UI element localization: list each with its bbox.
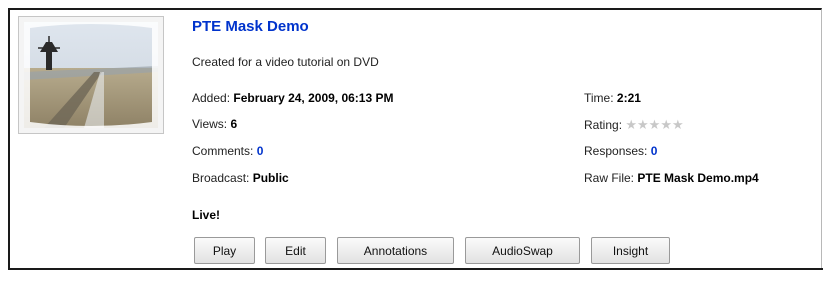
comments-count-link[interactable]: 0	[257, 144, 264, 158]
added-field: Added: February 24, 2009, 06:13 PM	[192, 91, 393, 105]
rating-label: Rating:	[584, 118, 623, 132]
video-description: Created for a video tutorial on DVD	[192, 55, 379, 69]
views-label: Views:	[192, 117, 228, 131]
responses-field: Responses: 0	[584, 144, 657, 158]
time-field: Time: 2:21	[584, 91, 641, 105]
responses-label: Responses:	[584, 144, 648, 158]
annotations-button[interactable]: Annotations	[337, 237, 454, 264]
broadcast-field: Broadcast: Public	[192, 171, 289, 185]
raw-file-label: Raw File:	[584, 171, 635, 185]
broadcast-value: Public	[252, 171, 289, 185]
responses-count-link[interactable]: 0	[651, 144, 658, 158]
status-live: Live!	[192, 208, 221, 222]
audioswap-button[interactable]: AudioSwap	[465, 237, 580, 264]
views-field: Views: 6	[192, 117, 237, 131]
insight-button[interactable]: Insight	[591, 237, 670, 264]
added-label: Added:	[192, 91, 231, 105]
rating-stars-icon: ★★★★★	[625, 117, 684, 132]
divider	[8, 268, 823, 270]
raw-file-value: PTE Mask Demo.mp4	[637, 171, 759, 185]
added-value: February 24, 2009, 06:13 PM	[233, 91, 394, 105]
video-title-link[interactable]: PTE Mask Demo	[192, 18, 309, 35]
broadcast-label: Broadcast:	[192, 171, 250, 185]
rating-field: Rating: ★★★★★	[584, 117, 684, 133]
views-value: 6	[230, 117, 238, 131]
edit-button[interactable]: Edit	[265, 237, 326, 264]
raw-file-field: Raw File: PTE Mask Demo.mp4	[584, 171, 759, 185]
video-thumbnail[interactable]	[18, 16, 164, 134]
video-thumbnail-image	[24, 22, 158, 128]
play-button[interactable]: Play	[194, 237, 255, 264]
comments-field: Comments: 0	[192, 144, 263, 158]
time-label: Time:	[584, 91, 614, 105]
time-value: 2:21	[616, 91, 641, 105]
comments-label: Comments:	[192, 144, 254, 158]
